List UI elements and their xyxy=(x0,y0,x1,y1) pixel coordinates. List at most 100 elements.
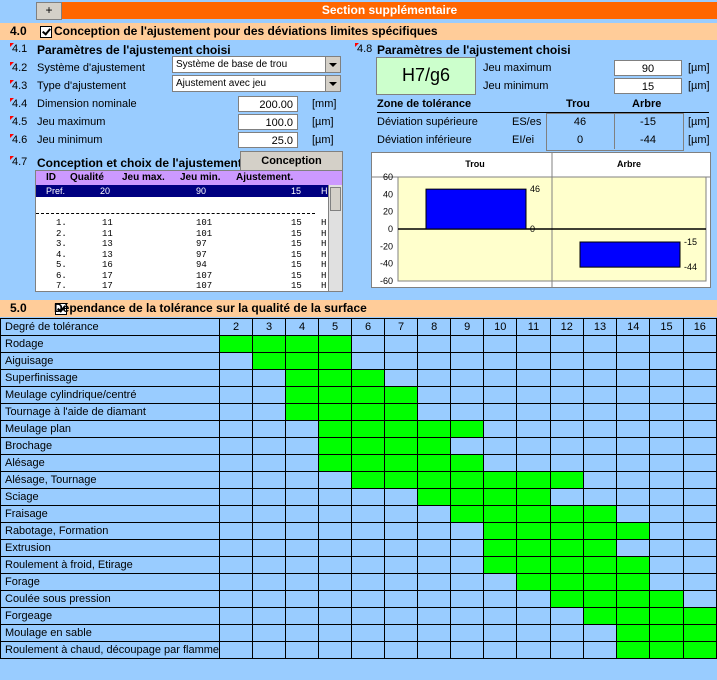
list-item[interactable]: 5. 16 94 15 H xyxy=(36,260,326,271)
grade-cell xyxy=(483,454,518,472)
grade-cell xyxy=(516,335,551,353)
table-row: Meulage cylindrique/centré xyxy=(0,386,717,404)
grade-header: 5 xyxy=(318,318,353,336)
grade-header: 2 xyxy=(219,318,254,336)
grade-cell xyxy=(252,437,287,455)
grade-cell xyxy=(549,641,584,659)
chevron-down-icon[interactable] xyxy=(325,76,340,91)
list-item[interactable]: 6. 17 107 15 H xyxy=(36,271,326,282)
table-row: Tournage à l'aide de diamant xyxy=(0,403,717,421)
grade-cell xyxy=(616,352,651,370)
grade-cell xyxy=(616,488,651,506)
grade-cell xyxy=(616,403,651,421)
grade-header: 12 xyxy=(549,318,584,336)
grade-cell xyxy=(318,454,353,472)
min-clearance-field[interactable]: 25.0 xyxy=(238,132,298,148)
grade-cell xyxy=(219,352,254,370)
grade-cell xyxy=(649,607,684,625)
grade-cell xyxy=(384,420,419,438)
list-item[interactable]: 4. 13 97 15 H xyxy=(36,250,326,261)
grade-cell xyxy=(450,522,485,540)
list-item[interactable]: 7. 17 107 15 H xyxy=(36,281,326,291)
grade-cell xyxy=(450,420,485,438)
col-id: ID xyxy=(46,172,56,183)
nominal-dimension-field[interactable]: 200.00 xyxy=(238,96,298,112)
table-row: Meulage plan xyxy=(0,420,717,438)
grade-cell xyxy=(649,573,684,591)
grade-cell xyxy=(318,505,353,523)
grade-cell xyxy=(516,539,551,557)
grade-cell xyxy=(417,539,452,557)
list-item[interactable]: 3. 13 97 15 H xyxy=(36,239,326,250)
fit-system-label: Système d'ajustement xyxy=(37,62,145,74)
grade-header-label: Degré de tolérance xyxy=(0,318,221,336)
col-arbre: Arbre xyxy=(632,98,662,110)
grade-cell xyxy=(682,369,717,387)
grade-cell xyxy=(516,641,551,659)
grade-cell xyxy=(649,641,684,659)
grade-cell xyxy=(649,369,684,387)
grade-cell xyxy=(351,522,386,540)
section-4-0-checkbox[interactable] xyxy=(40,26,52,38)
jeu-max-label: Jeu maximum xyxy=(483,62,552,74)
grade-cell xyxy=(417,403,452,421)
table-row: Aiguisage xyxy=(0,352,717,370)
table-row: Alésage, Tournage xyxy=(0,471,717,489)
grade-cell xyxy=(219,539,254,557)
grade-cell xyxy=(384,590,419,608)
table-row: Alésage xyxy=(0,454,717,472)
list-scrollbar[interactable] xyxy=(328,185,342,291)
grade-cell xyxy=(219,607,254,625)
fit-type-select[interactable]: Ajustement avec jeu xyxy=(172,75,341,92)
expand-button[interactable]: + xyxy=(36,2,62,20)
row-number: 4.6 xyxy=(10,134,28,146)
list-item[interactable]: 2. 11 101 15 H xyxy=(36,229,326,240)
grade-cell xyxy=(682,624,717,642)
grade-cell xyxy=(549,352,584,370)
fit-list[interactable]: ID Qualité Jeu max. Jeu min. Ajustement.… xyxy=(35,170,343,292)
category-label: Trou xyxy=(465,159,485,169)
grade-cell xyxy=(351,369,386,387)
grade-cell xyxy=(351,403,386,421)
grade-cell xyxy=(252,403,287,421)
grade-cell xyxy=(516,505,551,523)
process-name: Tournage à l'aide de diamant xyxy=(0,403,221,421)
fit-system-select[interactable]: Système de base de trou xyxy=(172,56,341,73)
grade-cell xyxy=(384,556,419,574)
scroll-thumb[interactable] xyxy=(330,187,341,211)
grade-cell xyxy=(384,335,419,353)
grade-cell xyxy=(417,386,452,404)
grade-cell xyxy=(351,488,386,506)
grade-cell xyxy=(351,573,386,591)
grade-cell xyxy=(318,590,353,608)
list-item[interactable]: 1. 11 101 15 H xyxy=(36,218,326,229)
max-clearance-field[interactable]: 100.0 xyxy=(238,114,298,130)
section-title-bar: Section supplémentaire xyxy=(62,2,717,19)
grade-cell xyxy=(417,352,452,370)
grade-cell xyxy=(219,624,254,642)
list-item-selected[interactable]: Pref. 20 90 15 H xyxy=(36,185,329,197)
grade-cell xyxy=(285,590,320,608)
chevron-down-icon[interactable] xyxy=(325,57,340,72)
grade-cell xyxy=(285,556,320,574)
grade-cell xyxy=(582,539,618,557)
grade-cell xyxy=(516,420,551,438)
grade-cell xyxy=(682,352,717,370)
table-row: Brochage xyxy=(0,437,717,455)
process-name: Alésage xyxy=(0,454,221,472)
lower-dev-label: Déviation inférieure xyxy=(377,134,472,146)
grade-header: 6 xyxy=(351,318,386,336)
grade-cell xyxy=(417,369,452,387)
grade-cell xyxy=(450,471,485,489)
unit-label: [µm] xyxy=(688,62,710,74)
nominal-dimension-label: Dimension nominale xyxy=(37,98,137,110)
grade-cell xyxy=(516,386,551,404)
grade-cell xyxy=(219,556,254,574)
grade-cell xyxy=(285,488,320,506)
grade-cell xyxy=(285,386,320,404)
process-name: Brochage xyxy=(0,437,221,455)
grade-cell xyxy=(285,352,320,370)
grade-cell xyxy=(516,369,551,387)
conception-button[interactable]: Conception xyxy=(240,151,343,171)
grade-cell xyxy=(318,573,353,591)
